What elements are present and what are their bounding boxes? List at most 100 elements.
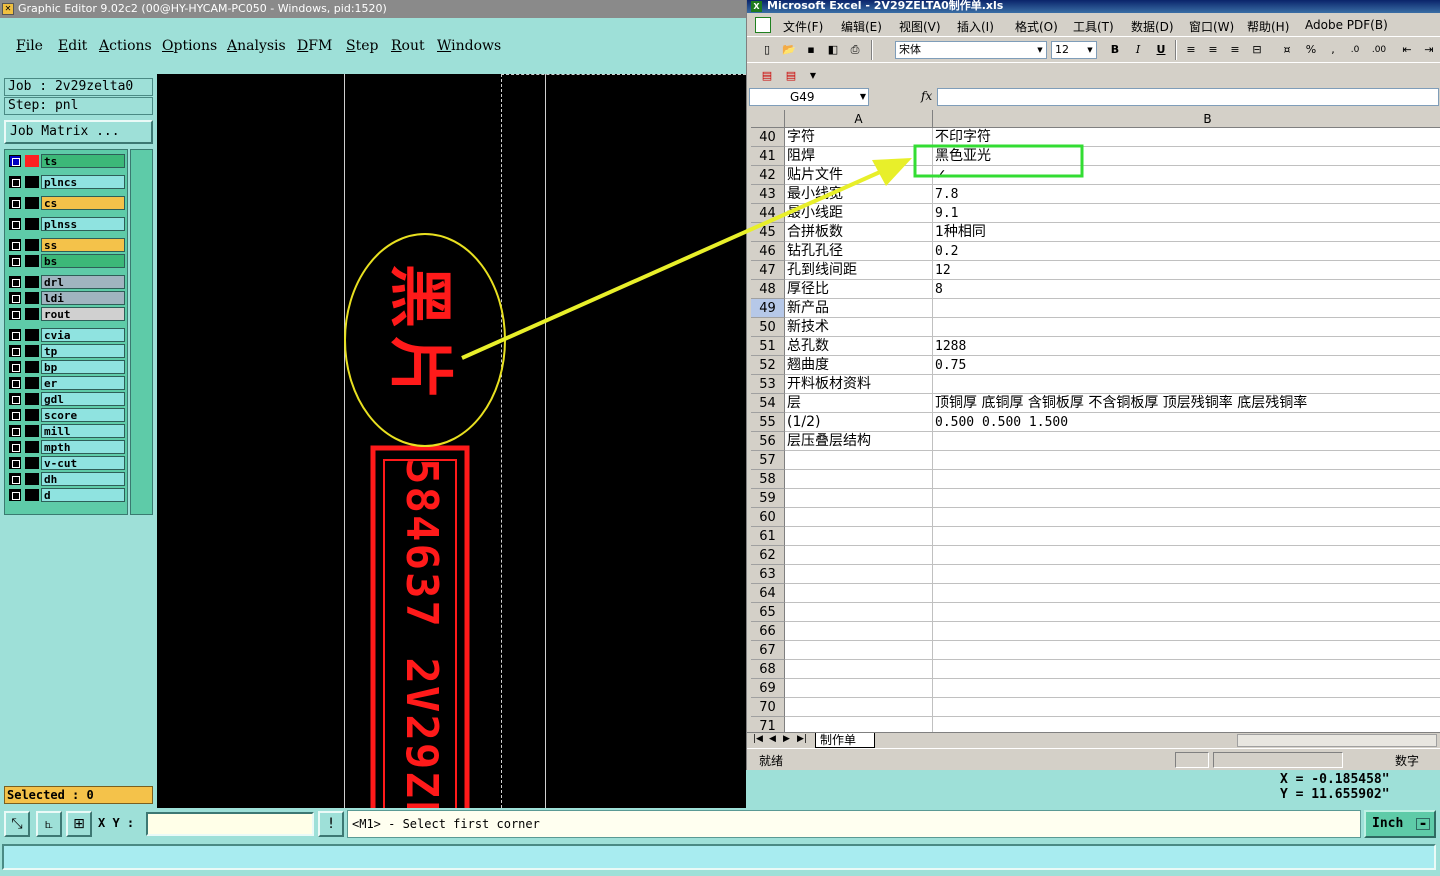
cell-b[interactable]: 顶铜厚 底铜厚 含铜板厚 不含铜板厚 顶层残铜率 底层残铜率 xyxy=(933,394,1440,413)
fx-icon[interactable]: fx xyxy=(921,89,932,103)
row-header[interactable]: 62 xyxy=(751,546,785,565)
layer-row[interactable]: rout xyxy=(7,307,125,321)
layer-row[interactable]: bs xyxy=(7,254,125,268)
cell-a[interactable]: 厚径比 xyxy=(785,280,933,299)
layer-checkbox[interactable] xyxy=(9,377,21,389)
cell-a[interactable] xyxy=(785,489,933,508)
cell-b[interactable] xyxy=(933,698,1440,717)
row-header[interactable]: 69 xyxy=(751,679,785,698)
row-header[interactable]: 60 xyxy=(751,508,785,527)
decrease-indent-icon[interactable]: ⇤ xyxy=(1399,42,1415,58)
cell-a[interactable] xyxy=(785,508,933,527)
cell-a[interactable]: 层 xyxy=(785,394,933,413)
cell-a[interactable]: 新产品 xyxy=(785,299,933,318)
menu-options[interactable]: Options xyxy=(162,38,217,54)
cell-a[interactable]: 新技术 xyxy=(785,318,933,337)
menu-edit[interactable]: Edit xyxy=(58,38,87,54)
layer-row[interactable]: bp xyxy=(7,360,125,374)
cell-a[interactable]: 合拼板数 xyxy=(785,223,933,242)
zoom-box-icon[interactable]: ⤡ xyxy=(4,811,30,837)
cell-b[interactable] xyxy=(933,660,1440,679)
row-header[interactable]: 63 xyxy=(751,565,785,584)
row-header[interactable]: 57 xyxy=(751,451,785,470)
cell-b[interactable]: 不印字符 xyxy=(933,128,1440,147)
row-header[interactable]: 46 xyxy=(751,242,785,261)
cell-b[interactable]: 8 xyxy=(933,280,1440,299)
cell-b[interactable] xyxy=(933,375,1440,394)
row-header[interactable]: 47 xyxy=(751,261,785,280)
horizontal-scrollbar[interactable] xyxy=(1237,734,1437,747)
units-selector[interactable]: Inch ▬ xyxy=(1364,810,1436,838)
save-icon[interactable]: ▪ xyxy=(803,42,819,58)
layer-row[interactable]: tp xyxy=(7,344,125,358)
comma-icon[interactable]: , xyxy=(1325,42,1341,58)
row-header[interactable]: 58 xyxy=(751,470,785,489)
cell-a[interactable]: 阻焊 xyxy=(785,147,933,166)
layer-row[interactable]: d xyxy=(7,488,125,502)
cell-b[interactable]: 0.75 xyxy=(933,356,1440,375)
toolbar-options-icon[interactable]: ▼ xyxy=(805,68,821,84)
pdf-convert-icon[interactable]: ▤ xyxy=(759,68,775,84)
layer-checkbox[interactable] xyxy=(9,155,21,167)
cell-a[interactable] xyxy=(785,451,933,470)
cell-b[interactable]: ✓ xyxy=(933,166,1440,185)
cell-b[interactable]: 9.1 xyxy=(933,204,1440,223)
row-header[interactable]: 54 xyxy=(751,394,785,413)
menu-analysis[interactable]: Analysis xyxy=(227,38,286,54)
row-header[interactable]: 49 xyxy=(751,299,785,318)
pdf-email-icon[interactable]: ▤ xyxy=(783,68,799,84)
new-icon[interactable]: ▯ xyxy=(759,42,775,58)
cell-b[interactable] xyxy=(933,527,1440,546)
cell-b[interactable] xyxy=(933,470,1440,489)
row-header[interactable]: 71 xyxy=(751,717,785,732)
row-header[interactable]: 67 xyxy=(751,641,785,660)
cell-a[interactable] xyxy=(785,679,933,698)
cell-b[interactable] xyxy=(933,603,1440,622)
cell-b[interactable] xyxy=(933,641,1440,660)
measure-icon[interactable]: ⦜ xyxy=(36,811,62,837)
cell-a[interactable]: 贴片文件 xyxy=(785,166,933,185)
cell-a[interactable]: 最小线宽 xyxy=(785,185,933,204)
spreadsheet-grid[interactable]: A B 40 字符 不印字符 41 阻焊 黑色亚光 42 贴片文件 ✓ 43 最小线宽 7.8 44 最小… xyxy=(751,110,1440,732)
row-header[interactable]: 42 xyxy=(751,166,785,185)
italic-icon[interactable]: I xyxy=(1130,42,1146,58)
layer-checkbox[interactable] xyxy=(9,409,21,421)
cell-b[interactable] xyxy=(933,565,1440,584)
xl-menu-file[interactable]: 文件(F) xyxy=(783,18,823,35)
xl-menu-data[interactable]: 数据(D) xyxy=(1131,18,1174,35)
xy-input[interactable] xyxy=(146,812,314,836)
layer-row[interactable]: score xyxy=(7,408,125,422)
layer-checkbox[interactable] xyxy=(9,489,21,501)
decrease-decimal-icon[interactable]: .00 xyxy=(1371,42,1387,58)
row-header[interactable]: 64 xyxy=(751,584,785,603)
xl-menu-tools[interactable]: 工具(T) xyxy=(1073,18,1114,35)
cell-a[interactable]: 翘曲度 xyxy=(785,356,933,375)
cell-b[interactable] xyxy=(933,717,1440,732)
cell-a[interactable] xyxy=(785,470,933,489)
cell-b[interactable]: 0.2 xyxy=(933,242,1440,261)
layer-row[interactable]: plnss xyxy=(7,217,125,231)
row-header[interactable]: 44 xyxy=(751,204,785,223)
row-header[interactable]: 56 xyxy=(751,432,785,451)
layer-row[interactable]: mill xyxy=(7,424,125,438)
menu-windows[interactable]: Windows xyxy=(437,38,501,54)
xl-menu-adobe-pdf[interactable]: Adobe PDF(B) xyxy=(1305,18,1388,32)
layer-checkbox[interactable] xyxy=(9,457,21,469)
cell-a[interactable] xyxy=(785,717,933,732)
layer-checkbox[interactable] xyxy=(9,176,21,188)
cell-a[interactable]: 最小线距 xyxy=(785,204,933,223)
merge-center-icon[interactable]: ⊟ xyxy=(1249,42,1265,58)
row-header[interactable]: 52 xyxy=(751,356,785,375)
cell-a[interactable] xyxy=(785,565,933,584)
row-header[interactable]: 43 xyxy=(751,185,785,204)
cell-b[interactable] xyxy=(933,584,1440,603)
menu-file[interactable]: File xyxy=(16,38,43,54)
cell-b[interactable] xyxy=(933,489,1440,508)
sheet-tab[interactable]: 制作单 xyxy=(815,733,875,748)
formula-input[interactable] xyxy=(937,88,1439,106)
cell-a[interactable]: 孔到线间距 xyxy=(785,261,933,280)
layer-row[interactable]: ldi xyxy=(7,291,125,305)
xl-menu-window[interactable]: 窗口(W) xyxy=(1189,18,1234,35)
menu-actions[interactable]: Actions xyxy=(99,38,152,54)
align-center-icon[interactable]: ≡ xyxy=(1205,42,1221,58)
